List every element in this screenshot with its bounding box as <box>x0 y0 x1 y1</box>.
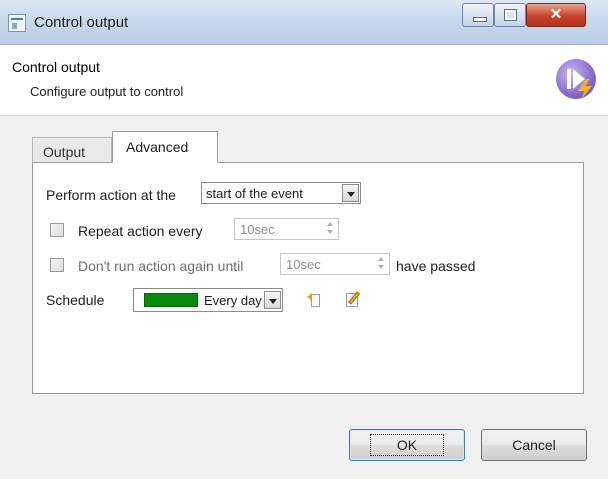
tab-advanced[interactable]: Advanced <box>112 131 218 163</box>
new-schedule-icon[interactable]: ✦ <box>305 290 323 308</box>
dont-run-suffix: have passed <box>396 258 476 274</box>
window-title: Control output <box>34 14 129 31</box>
chevron-down-icon[interactable] <box>342 184 359 202</box>
perform-action-label: Perform action at the <box>46 187 176 203</box>
maximize-icon <box>505 10 516 20</box>
play-lightning-icon <box>556 59 596 99</box>
title-bar[interactable]: Control output ✕ <box>0 0 608 45</box>
repeat-action-row: Repeat action every 10sec <box>33 218 583 244</box>
cancel-button[interactable]: Cancel <box>481 429 587 461</box>
spinner-arrows-icon[interactable] <box>376 256 387 272</box>
control-output-dialog: Control output ✕ Control output Configur… <box>0 0 608 479</box>
ok-button[interactable]: OK <box>349 429 465 461</box>
dont-run-value: 10sec <box>286 257 321 272</box>
tab-advanced-label: Advanced <box>126 139 189 155</box>
schedule-label: Schedule <box>46 292 105 308</box>
ok-button-label: OK <box>369 434 445 456</box>
edit-schedule-icon[interactable] <box>344 290 362 308</box>
repeat-action-interval[interactable]: 10sec <box>234 218 339 240</box>
dialog-window-icon <box>8 14 26 32</box>
dont-run-label: Don't run action again until <box>78 258 244 274</box>
close-icon: ✕ <box>549 6 563 23</box>
dialog-header: Control output Configure output to contr… <box>0 45 608 116</box>
schedule-row: Schedule Every day ✦ <box>33 287 583 313</box>
minimize-icon <box>473 17 487 22</box>
repeat-action-checkbox[interactable] <box>50 223 64 237</box>
schedule-select[interactable]: Every day <box>133 288 283 312</box>
chevron-down-icon[interactable] <box>264 291 281 309</box>
header-subtitle: Configure output to control <box>30 84 184 99</box>
tab-output-label: Output <box>43 144 86 160</box>
minimize-button[interactable] <box>462 3 494 27</box>
header-title: Control output <box>12 59 100 75</box>
close-button[interactable]: ✕ <box>526 3 586 27</box>
spinner-arrows-icon[interactable] <box>325 221 336 237</box>
schedule-color-swatch <box>144 293 198 307</box>
repeat-action-label: Repeat action every <box>78 223 203 239</box>
dont-run-row: Don't run action again until 10sec have … <box>33 253 583 279</box>
tab-output[interactable]: Output <box>32 137 112 163</box>
maximize-button[interactable] <box>494 3 526 27</box>
perform-action-value: start of the event <box>206 186 303 201</box>
advanced-tab-content: Perform action at the start of the event… <box>32 162 584 394</box>
repeat-action-value: 10sec <box>240 222 275 237</box>
dont-run-checkbox[interactable] <box>50 258 64 272</box>
schedule-value: Every day <box>204 293 262 308</box>
perform-action-row: Perform action at the start of the event <box>33 182 583 208</box>
perform-action-select[interactable]: start of the event <box>201 182 361 204</box>
tab-panel: Output Advanced Perform action at the st… <box>24 131 598 409</box>
dont-run-interval[interactable]: 10sec <box>280 253 390 275</box>
